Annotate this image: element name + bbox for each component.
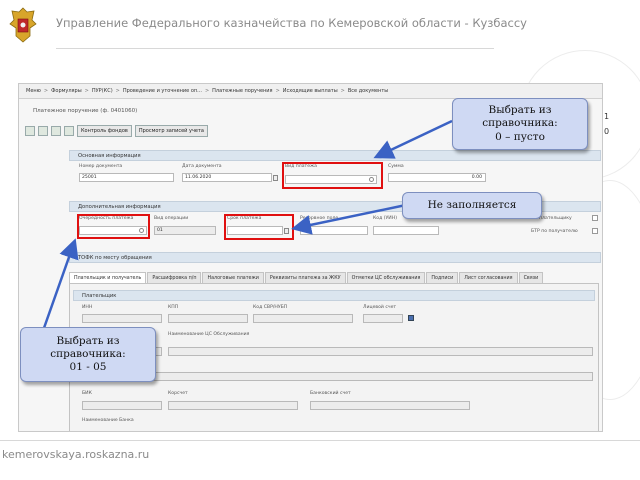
reserve-field-label: Резервное поле	[300, 216, 339, 221]
control-funds-button[interactable]: Контроль фондов	[77, 125, 132, 137]
coat-of-arms-icon	[9, 7, 37, 43]
breadcrumb-item[interactable]: Проведение и уточнение оп...	[122, 88, 203, 94]
doc-number-label: Номер документа	[79, 164, 123, 169]
breadcrumb-item[interactable]: Исходящие выплаты	[282, 88, 339, 94]
check-icon[interactable]	[38, 126, 48, 136]
btr-recv-label: БТР по получателю	[531, 229, 578, 234]
footer-divider	[0, 440, 640, 441]
doc-date-label: Дата документа	[182, 164, 222, 169]
header-title: Управление Федерального казначейства по …	[56, 16, 527, 30]
bik-label: БИК	[82, 391, 92, 396]
breadcrumb-item[interactable]: Меню	[25, 88, 42, 94]
kpp-label: КПП	[168, 305, 179, 310]
account-lookup-icon[interactable]	[408, 315, 414, 321]
bik-input[interactable]	[82, 401, 162, 410]
doc-date-input[interactable]: 11.06.2020	[182, 173, 278, 182]
svr-code-label: Код СВР/НУБП	[253, 305, 288, 310]
refresh-icon[interactable]	[64, 126, 74, 136]
uin-code-input[interactable]	[373, 226, 439, 235]
indicator-value: 0	[604, 127, 610, 136]
breadcrumb-item[interactable]: Платежные поручения	[211, 88, 273, 94]
footer-url: kemerovskaya.roskazna.ru	[2, 448, 150, 461]
service-name-label: Наименование ЦС Обслуживания	[168, 332, 250, 337]
operation-type-label: Вид операции	[154, 216, 189, 221]
bank-account-label: Банковский счет	[310, 391, 351, 396]
service-name-input[interactable]	[168, 347, 593, 356]
amount-input[interactable]: 0.00	[388, 173, 486, 182]
operation-type-input[interactable]: 01	[154, 226, 216, 235]
callout-payment-type: Выбрать из справочника: 0 – пусто	[452, 98, 588, 150]
corr-input[interactable]	[168, 401, 298, 410]
header-divider	[56, 48, 494, 49]
bank-pay-checkbox[interactable]	[592, 215, 598, 221]
kpp-input[interactable]	[168, 314, 248, 323]
inn-label: ИНН	[82, 305, 93, 310]
payment-type-highlight	[282, 162, 383, 189]
breadcrumb-item[interactable]: Формуляры	[50, 88, 83, 94]
bank-name-label: Наименование Банка	[82, 418, 134, 423]
breadcrumb-item[interactable]: Все документы	[347, 88, 389, 94]
doc-number-input[interactable]: 25001	[79, 173, 174, 182]
document-title: Платежное поручение (ф. 0401060)	[33, 108, 138, 114]
side-indicators: 1 0	[604, 112, 609, 136]
toolbar: Контроль фондов Просмотр записей учета	[25, 124, 225, 138]
view-records-button[interactable]: Просмотр записей учета	[134, 125, 208, 137]
amount-label: Сумма	[388, 164, 404, 169]
uin-code-label: Код (УИН)	[373, 216, 397, 221]
save-icon[interactable]	[25, 126, 35, 136]
breadcrumb-item[interactable]: ПУР(КС)	[91, 88, 114, 94]
calendar-icon[interactable]	[273, 175, 278, 181]
priority-highlight	[77, 214, 150, 239]
inn-input[interactable]	[82, 314, 162, 323]
corr-label: Корсчет	[168, 391, 188, 396]
section-tofk[interactable]: ТОФК по месту обращения	[69, 252, 601, 263]
btr-recv-checkbox[interactable]	[592, 228, 598, 234]
svr-code-input[interactable]	[253, 314, 353, 323]
bank-account-input[interactable]	[310, 401, 470, 410]
callout-payment-term: Не заполняется	[402, 192, 542, 219]
indicator-value: 1	[604, 112, 610, 121]
section-main-info[interactable]: Основная информация	[69, 150, 601, 161]
account-input[interactable]	[363, 314, 403, 323]
payer-heading[interactable]: Плательщик	[73, 290, 595, 301]
callout-priority: Выбрать из справочника: 01 - 05	[20, 327, 156, 382]
print-icon[interactable]	[51, 126, 61, 136]
payer-address-input[interactable]	[82, 372, 593, 381]
payment-term-highlight	[224, 214, 294, 240]
breadcrumb: Меню > Формуляры > ПУР(КС) > Проведение и у…	[19, 84, 602, 99]
account-label: Лицевой счет	[363, 305, 397, 310]
reserve-field-input[interactable]	[300, 226, 368, 235]
